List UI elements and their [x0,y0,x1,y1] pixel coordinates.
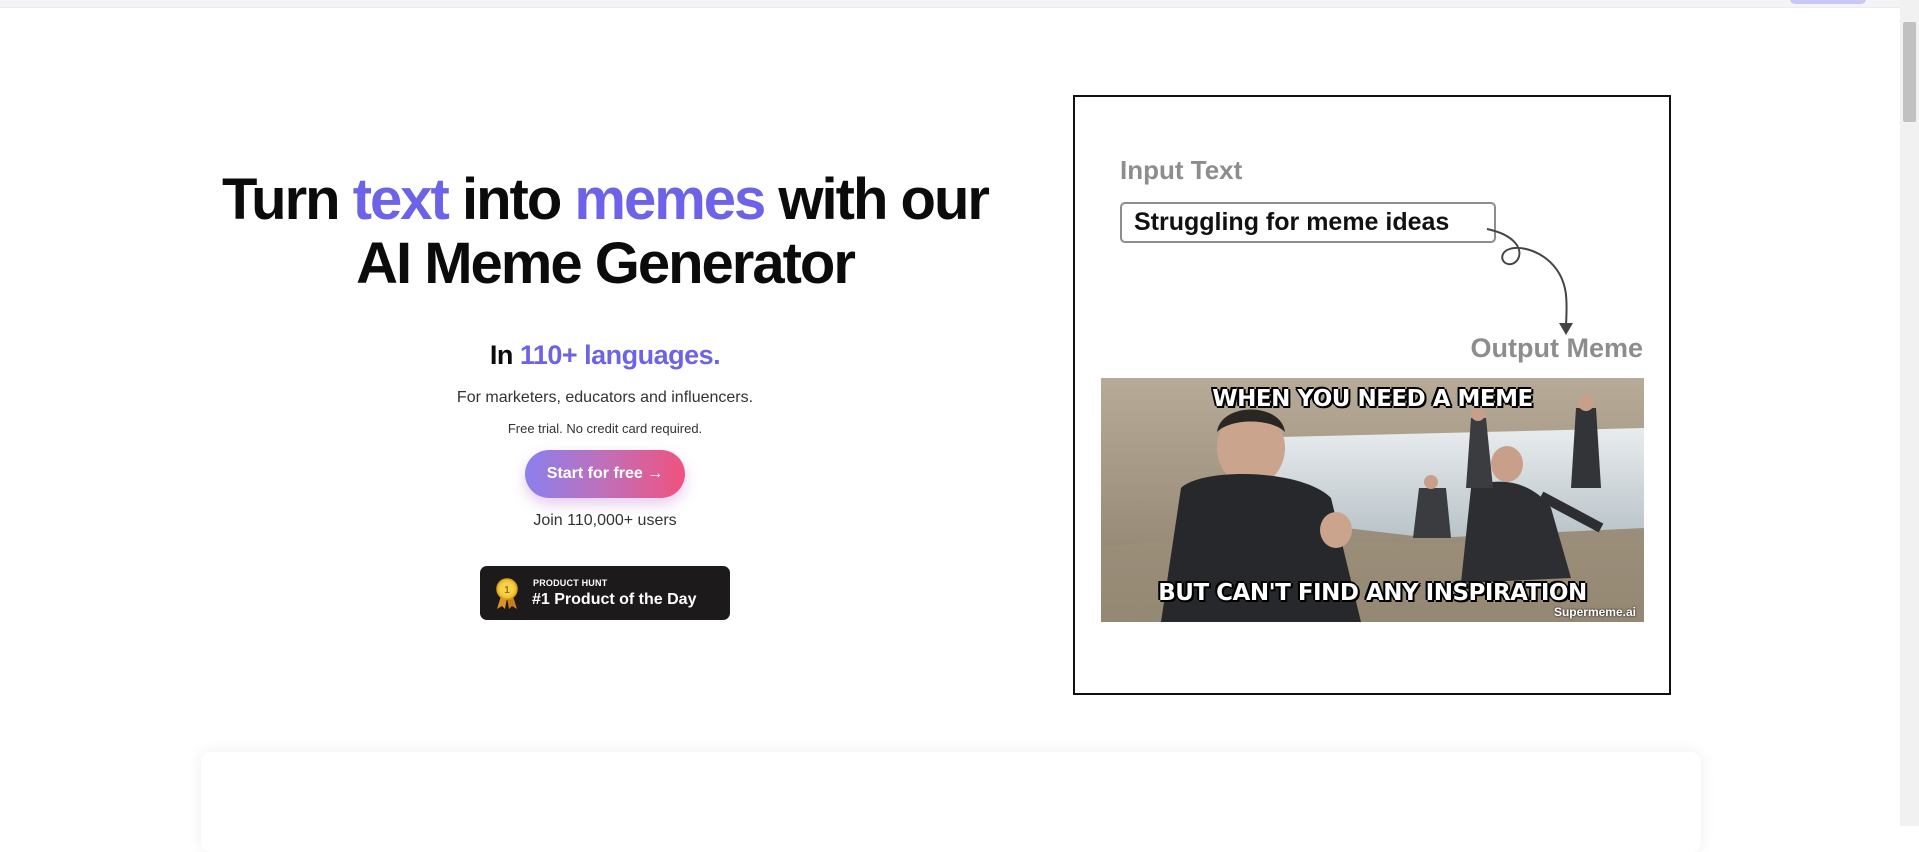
next-section-card [201,752,1701,852]
free-trial-note: Free trial. No credit card required. [507,421,703,436]
medal-number: 1 [504,585,510,596]
meme-bottom-caption: BUT CAN'T FIND ANY INSPIRATION [1158,580,1587,606]
headline-line2: AI Meme Generator [356,231,856,296]
meme-watermark: Supermeme.ai [1553,605,1636,619]
demo-output-label: Output Meme [1470,333,1644,363]
hero-section: Turn text into memes with our AI Meme Gen… [180,168,1030,620]
product-hunt-label: PRODUCT HUNT [533,578,608,588]
subhead-prefix: In [489,340,520,370]
headline-accent-memes: memes [574,167,766,232]
headline-text: into [447,167,575,232]
gold-medal-icon: 1 [496,578,518,609]
product-of-day-label: #1 Product of the Day [532,591,697,608]
hero-headline: Turn text into memes with our AI Meme Gen… [180,168,1030,296]
scrollbar[interactable] [1900,0,1919,826]
headline-accent-text: text [352,167,450,232]
start-for-free-button[interactable]: Start for free → [525,450,685,498]
headline-text: with our [764,167,990,232]
demo-illustration-card: Input Text Struggling for meme ideas Out… [1073,95,1671,695]
subhead-accent: 110+ languages. [519,340,721,370]
meme-image: WHEN YOU NEED A MEME BUT CAN'T FIND ANY … [1101,378,1644,622]
languages-subhead: In 110+ languages. [180,340,1030,371]
product-hunt-badge[interactable]: 1 PRODUCT HUNT #1 Product of the Day [480,566,730,620]
meme-top-caption: WHEN YOU NEED A MEME [1212,386,1533,412]
users-count-note: Join 110,000+ users [533,512,677,529]
headline-text: Turn [222,167,353,232]
top-nav-bar [0,0,1900,8]
audience-text: For marketers, educators and influencers… [456,389,754,406]
nav-button-partial[interactable] [1790,0,1866,4]
scrollbar-thumb[interactable] [1903,22,1916,122]
